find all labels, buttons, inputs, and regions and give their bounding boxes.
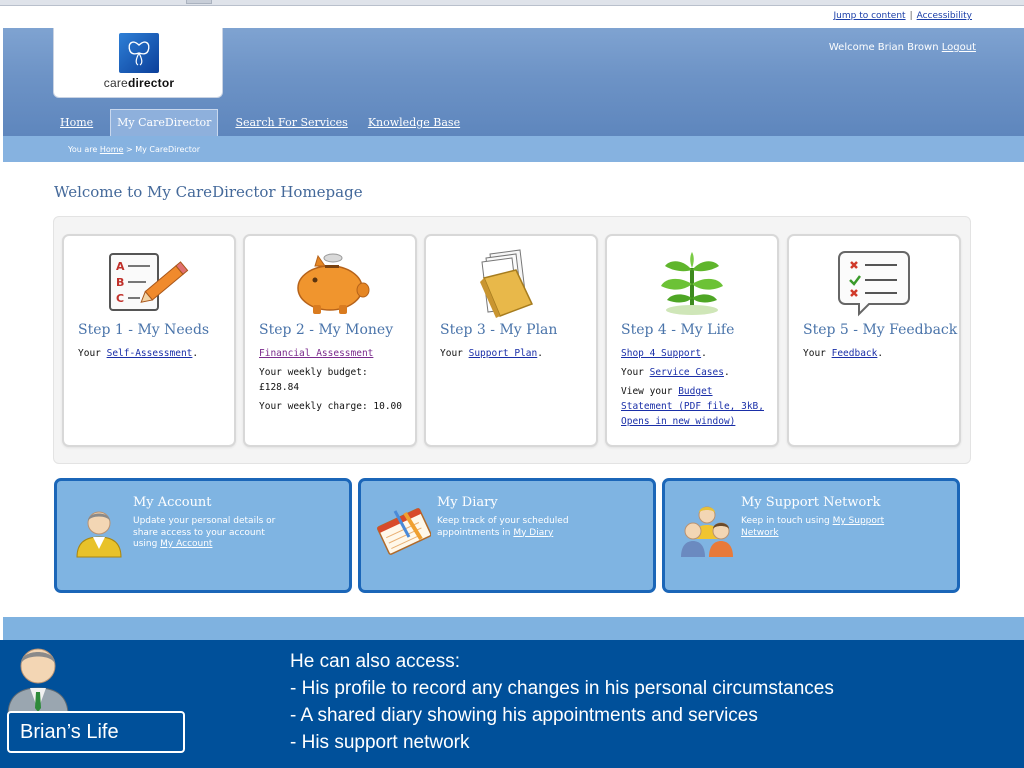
- logo-wordmark: caredirector: [103, 76, 175, 90]
- tile-title: My Diary: [437, 495, 498, 510]
- breadcrumb: You are Home > My CareDirector: [68, 145, 200, 154]
- svg-text:B: B: [116, 276, 124, 289]
- step-body: Your Self-Assessment.: [78, 348, 199, 359]
- tile-title: My Support Network: [741, 495, 881, 510]
- step-card-money: Step 2 - My Money Financial Assessment Y…: [243, 234, 417, 447]
- step-body: Financial Assessment Your weekly budget:…: [259, 346, 405, 418]
- svg-text:A: A: [116, 260, 125, 273]
- breadcrumb-prefix: You are: [68, 145, 98, 154]
- nav-search-for-services[interactable]: Search For Services: [232, 110, 350, 136]
- financial-assessment-link[interactable]: Financial Assessment: [259, 348, 373, 359]
- breadcrumb-bar: You are Home > My CareDirector: [3, 136, 1024, 162]
- caredirector-logo[interactable]: caredirector: [53, 28, 223, 98]
- step-title: Step 3 - My Plan: [440, 322, 558, 338]
- main-nav: Home My CareDirector Search For Services…: [57, 109, 477, 136]
- step-title: Step 2 - My Money: [259, 322, 394, 338]
- caption-line: - A shared diary showing his appointment…: [290, 705, 758, 726]
- tile-body: Keep in touch using My Support Network: [741, 516, 885, 538]
- person-avatar-icon: [6, 640, 70, 716]
- page-footer-bar: [3, 617, 1024, 640]
- step-card-needs: A B C Step 1 - My Needs Your Self-Assess…: [62, 234, 236, 447]
- step-card-feedback: Step 5 - My Feedback Your Feedback.: [787, 234, 961, 447]
- tile-body: Keep track of your scheduled appointment…: [437, 516, 569, 538]
- my-diary-link[interactable]: My Diary: [513, 528, 553, 538]
- my-account-link[interactable]: My Account: [160, 539, 212, 549]
- group-icon: [679, 503, 735, 559]
- tile-body: Update your personal details or share ac…: [133, 516, 276, 549]
- step-body: Shop 4 Support. Your Service Cases. View…: [621, 348, 764, 427]
- breadcrumb-home-link[interactable]: Home: [100, 145, 124, 154]
- logout-link[interactable]: Logout: [942, 42, 976, 53]
- support-plan-link[interactable]: Support Plan: [469, 348, 538, 359]
- separator: |: [909, 11, 913, 21]
- feedback-link[interactable]: Feedback: [832, 348, 878, 359]
- caption-text: He can also access: - His profile to rec…: [290, 648, 834, 756]
- person-icon: [71, 503, 127, 559]
- step-title: Step 4 - My Life: [621, 322, 735, 338]
- nav-home[interactable]: Home: [57, 110, 96, 136]
- piggy-bank-icon: [285, 248, 375, 318]
- tile-my-account[interactable]: My Account Update your personal details …: [54, 478, 352, 593]
- weekly-budget: Your weekly budget:£128.84: [259, 367, 368, 393]
- step-card-life: Step 4 - My Life Shop 4 Support. Your Se…: [605, 234, 779, 447]
- breadcrumb-current: > My CareDirector: [126, 145, 201, 154]
- browser-tab-edge: [186, 0, 212, 4]
- step-title: Step 5 - My Feedback: [803, 322, 958, 338]
- brians-life-label: Brian’s Life: [7, 711, 185, 753]
- shop-4-support-link[interactable]: Shop 4 Support: [621, 348, 701, 359]
- welcome-user: Welcome Brian Brown Logout: [829, 42, 976, 53]
- nav-my-caredirector[interactable]: My CareDirector: [110, 109, 219, 136]
- caption-line: - His support network: [290, 732, 470, 753]
- caption-line: He can also access:: [290, 651, 461, 672]
- diary-icon: [375, 503, 432, 559]
- step-body: Your Support Plan.: [440, 348, 543, 359]
- caption-line: - His profile to record any changes in h…: [290, 678, 834, 699]
- step-body: Your Feedback.: [803, 348, 884, 359]
- site-header: caredirector Welcome Brian Brown Logout …: [3, 28, 1024, 136]
- weekly-charge: Your weekly charge: 10.00: [259, 401, 402, 412]
- accessibility-link[interactable]: Accessibility: [917, 11, 972, 21]
- checklist-pencil-icon: A B C: [104, 248, 194, 318]
- page-title: Welcome to My CareDirector Homepage: [54, 183, 363, 201]
- caption-label-text: Brian’s Life: [20, 721, 119, 743]
- slide-caption: Brian’s Life He can also access: - His p…: [0, 640, 1024, 768]
- tile-title: My Account: [133, 495, 212, 510]
- browser-chrome-strip: [0, 0, 1024, 6]
- tile-my-diary[interactable]: My Diary Keep track of your scheduled ap…: [358, 478, 656, 593]
- folder-icon: [466, 248, 556, 318]
- plant-icon: [647, 248, 737, 318]
- butterfly-logo-icon: [119, 33, 159, 73]
- nav-knowledge-base[interactable]: Knowledge Base: [365, 110, 463, 136]
- tile-my-support-network[interactable]: My Support Network Keep in touch using M…: [662, 478, 960, 593]
- feedback-bubble-icon: [829, 248, 919, 318]
- self-assessment-link[interactable]: Self-Assessment: [107, 348, 193, 359]
- svg-text:C: C: [116, 292, 124, 305]
- step-title: Step 1 - My Needs: [78, 322, 210, 338]
- welcome-text: Welcome Brian Brown: [828, 42, 939, 53]
- step-card-plan: Step 3 - My Plan Your Support Plan.: [424, 234, 598, 447]
- steps-panel: A B C Step 1 - My Needs Your Self-Assess…: [53, 216, 971, 464]
- service-cases-link[interactable]: Service Cases: [650, 367, 724, 378]
- jump-to-content-link[interactable]: Jump to content: [834, 11, 906, 21]
- top-utility-links: Jump to content | Accessibility: [834, 11, 973, 21]
